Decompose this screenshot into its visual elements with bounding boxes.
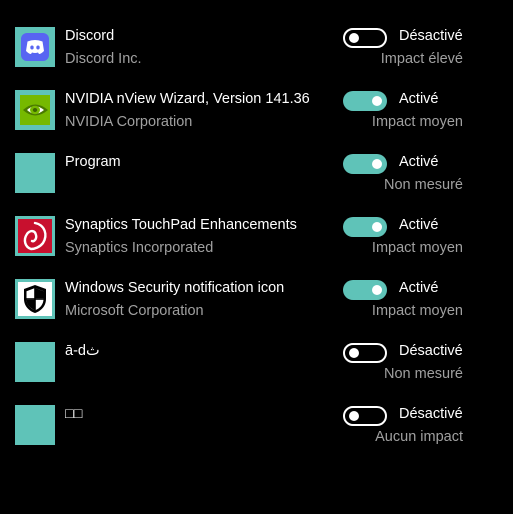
startup-app-row-unknown-1: ā-dث Désactivé Non mesuré	[0, 342, 513, 405]
startup-toggle-synaptics[interactable]	[343, 217, 387, 237]
generic-app-icon	[15, 342, 55, 382]
startup-impact-label: Impact moyen	[371, 303, 463, 319]
toggle-knob	[349, 411, 359, 421]
startup-app-row-unknown-2: □□ Désactivé Aucun impact	[0, 405, 513, 468]
app-name: Windows Security notification icon	[65, 280, 285, 296]
toggle-knob	[372, 96, 382, 106]
startup-app-row-nvidia: NVIDIA nView Wizard, Version 141.36 NVID…	[0, 90, 513, 153]
toggle-status-label: Activé	[399, 91, 439, 107]
startup-toggle-program[interactable]	[343, 154, 387, 174]
toggle-status-label: Désactivé	[399, 28, 463, 44]
startup-toggle-discord[interactable]	[343, 28, 387, 48]
nvidia-icon	[15, 90, 55, 130]
startup-toggle-nvidia[interactable]	[343, 91, 387, 111]
toggle-knob	[372, 159, 382, 169]
app-name: Discord	[65, 28, 115, 44]
app-name: □□	[65, 406, 83, 422]
startup-app-row-discord: Discord Discord Inc. Désactivé Impact él…	[0, 27, 513, 90]
app-publisher: Discord Inc.	[65, 51, 142, 67]
discord-icon	[15, 27, 55, 67]
startup-impact-label: Impact moyen	[371, 240, 463, 256]
startup-impact-label: Impact élevé	[380, 51, 463, 67]
generic-app-icon	[15, 153, 55, 193]
startup-app-row-program: Program Activé Non mesuré	[0, 153, 513, 216]
generic-app-icon	[15, 405, 55, 445]
toggle-status-label: Désactivé	[399, 406, 463, 422]
startup-impact-label: Impact moyen	[371, 114, 463, 130]
startup-toggle-unknown-1[interactable]	[343, 343, 387, 363]
startup-app-row-windows-security: Windows Security notification icon Micro…	[0, 279, 513, 342]
app-publisher: Synaptics Incorporated	[65, 240, 214, 256]
windows-security-shield-icon	[15, 279, 55, 319]
toggle-status-label: Activé	[399, 217, 439, 233]
startup-apps-list: Discord Discord Inc. Désactivé Impact él…	[0, 0, 513, 514]
app-name: Synaptics TouchPad Enhancements	[65, 217, 297, 233]
synaptics-icon	[15, 216, 55, 256]
startup-impact-label: Non mesuré	[384, 177, 463, 193]
startup-toggle-unknown-2[interactable]	[343, 406, 387, 426]
startup-toggle-windows-security[interactable]	[343, 280, 387, 300]
app-publisher: NVIDIA Corporation	[65, 114, 193, 130]
startup-app-row-synaptics: Synaptics TouchPad Enhancements Synaptic…	[0, 216, 513, 279]
app-publisher: Microsoft Corporation	[65, 303, 204, 319]
toggle-knob	[349, 348, 359, 358]
startup-impact-label: Aucun impact	[375, 429, 463, 445]
app-name: ā-dث	[65, 343, 100, 359]
toggle-status-label: Activé	[399, 280, 439, 296]
toggle-knob	[372, 222, 382, 232]
toggle-status-label: Activé	[399, 154, 439, 170]
app-name: Program	[65, 154, 121, 170]
toggle-knob	[372, 285, 382, 295]
toggle-status-label: Désactivé	[399, 343, 463, 359]
app-name: NVIDIA nView Wizard, Version 141.36	[65, 91, 310, 107]
startup-impact-label: Non mesuré	[384, 366, 463, 382]
toggle-knob	[349, 33, 359, 43]
